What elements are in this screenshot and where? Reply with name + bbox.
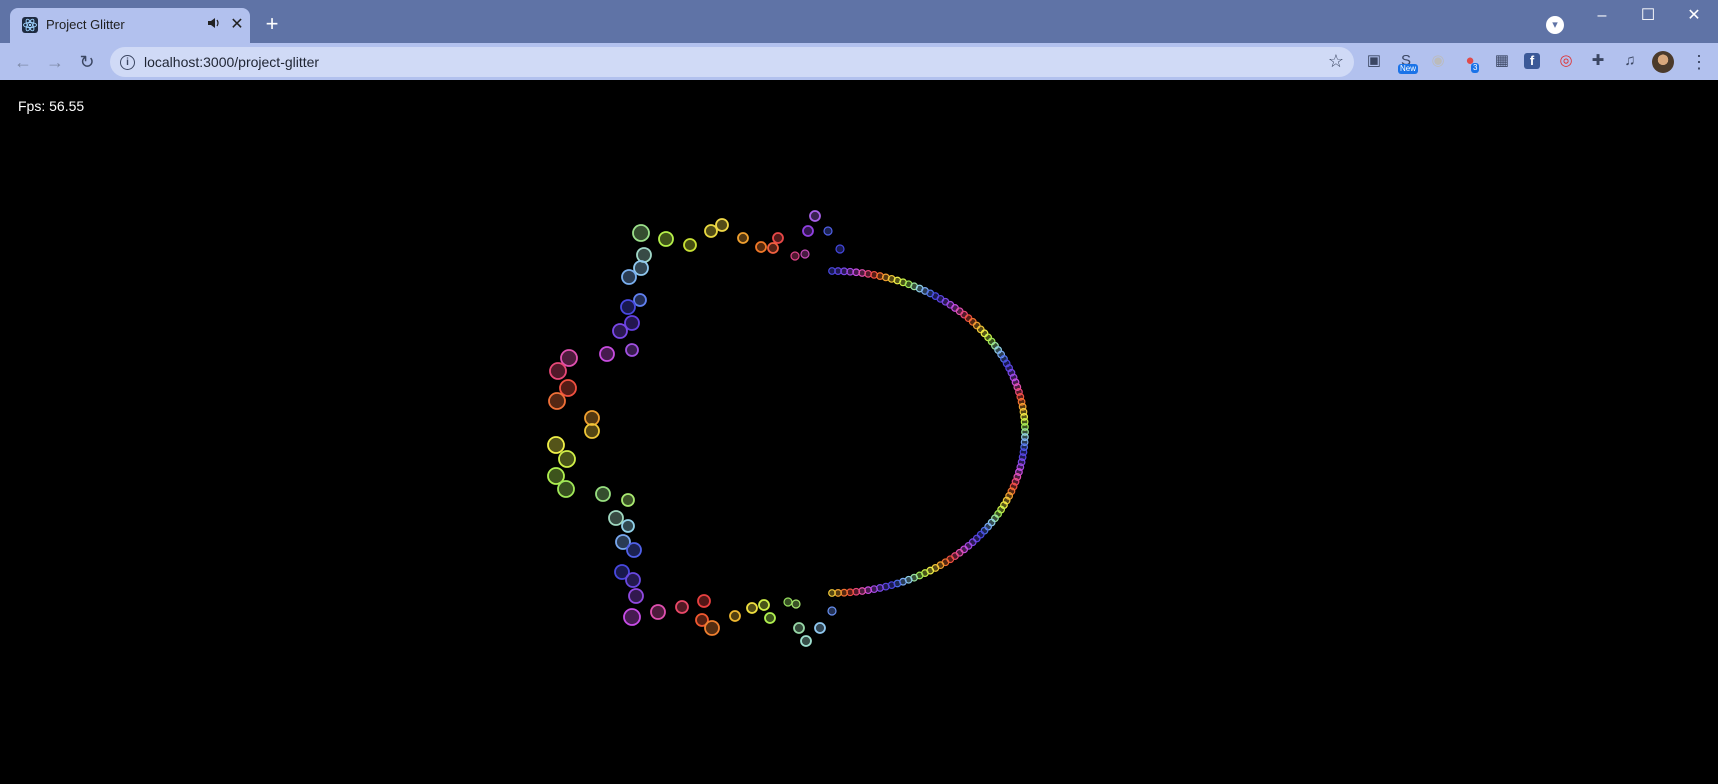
glitter-particle [625,572,641,588]
glitter-particle [828,589,836,597]
record-extension-icon[interactable]: ● 3 [1460,51,1480,73]
glitter-particle [650,604,666,620]
address-bar[interactable]: i localhost:3000/project-glitter ☆ [110,47,1354,77]
glitter-particle [790,251,800,261]
glitter-particle [800,635,812,647]
page-viewport: Fps: 56.55 [0,80,1718,784]
gift-extension-icon[interactable]: ▦ [1492,51,1512,71]
glitter-particle [675,600,689,614]
glitter-canvas [547,210,1029,647]
screenshot-icon[interactable]: ▣ [1364,51,1384,71]
reload-icon[interactable]: ↻ [74,49,100,75]
url-text[interactable]: localhost:3000/project-glitter [144,54,319,70]
bookmark-star-icon[interactable]: ☆ [1328,51,1344,72]
glitter-particle [802,225,814,237]
glitter-particle [791,599,801,609]
new-tab-button[interactable]: + [262,13,282,35]
tab-search-icon[interactable]: ▾ [1546,16,1564,34]
glitter-particle [636,247,652,263]
fps-counter: Fps: 56.55 [18,98,84,114]
glitter-particle [800,249,810,259]
minimize-icon[interactable]: – [1590,6,1614,26]
glitter-particle [560,349,578,367]
glitter-particle [584,410,600,426]
glitter-particle [704,620,720,636]
avatar[interactable] [1652,51,1674,73]
count-badge: 3 [1471,63,1480,73]
glitter-particle [559,379,577,397]
glitter-particle [746,602,758,614]
glitter-particle [835,244,845,254]
glitter-particle [683,238,697,252]
target-extension-icon[interactable]: ◎ [1556,51,1576,71]
glitter-particle [758,599,770,611]
close-window-icon[interactable]: ✕ [1682,6,1706,26]
glitter-particle [704,224,718,238]
glitter-particle [772,232,784,244]
glitter-particle [783,597,793,607]
glitter-particle [764,612,776,624]
glitter-particle [793,622,805,634]
glitter-particle [599,346,615,362]
glitter-particle [809,210,821,222]
extension-new-icon[interactable]: S New [1396,51,1419,74]
glitter-particle [558,450,576,468]
glitter-particle [621,269,637,285]
glitter-particle [628,588,644,604]
tab-title: Project Glitter [46,17,125,32]
tab-close-icon[interactable]: ✕ [228,16,246,34]
glitter-particle [548,392,566,410]
puzzle-icon[interactable]: ✚ [1588,51,1608,71]
glitter-particle [633,260,649,276]
glitter-particle [737,232,749,244]
glitter-particle [621,519,635,533]
glitter-particle [612,323,628,339]
glitter-particle [547,436,565,454]
glitter-particle [658,231,674,247]
glitter-particle [814,622,826,634]
glitter-particle [608,510,624,526]
glitter-particle [729,610,741,622]
forward-icon[interactable]: → [42,49,68,75]
site-info-icon[interactable]: i [120,55,135,70]
glitter-particle [620,299,636,315]
browser-chrome: Project Glitter ✕ + ▾ – ☐ ✕ ← → ↻ i loca… [0,0,1718,80]
facebook-icon[interactable]: f [1524,53,1540,69]
speaker-icon[interactable] [206,16,222,32]
glitter-particle [549,362,567,380]
tab-project-glitter[interactable]: Project Glitter ✕ [10,8,250,43]
glitter-particle [621,493,635,507]
back-icon[interactable]: ← [10,49,36,75]
fps-value: 56.55 [49,98,85,114]
glitter-particle [623,608,641,626]
glitter-particle [755,241,767,253]
glitter-particle [697,594,711,608]
browser-toolbar: ← → ↻ i localhost:3000/project-glitter ☆… [0,43,1718,80]
glitter-particle [827,606,837,616]
circle-extension-icon[interactable]: ◉ [1428,51,1448,71]
glitter-particle [632,224,650,242]
fps-label: Fps: [18,98,46,114]
glitter-particle [625,343,639,357]
media-control-icon[interactable]: ♫ [1620,51,1640,71]
glitter-particle [557,480,575,498]
tab-strip: Project Glitter ✕ + ▾ – ☐ ✕ [0,0,1718,43]
glitter-particle [823,226,833,236]
glitter-particle [626,542,642,558]
glitter-particle [584,423,600,439]
glitter-particle [767,242,779,254]
glitter-particle [595,486,611,502]
react-icon [22,17,38,33]
more-menu-icon[interactable]: ⋮ [1690,51,1708,73]
glitter-particle [715,218,729,232]
glitter-particle [633,293,647,307]
new-badge: New [1398,64,1419,74]
maximize-icon[interactable]: ☐ [1636,6,1660,26]
